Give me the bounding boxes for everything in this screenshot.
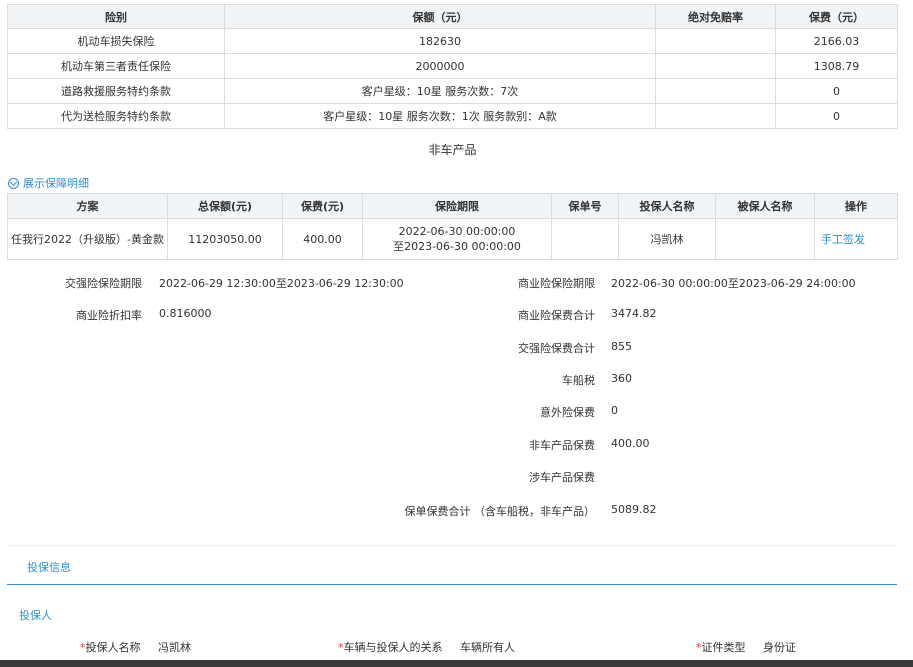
table-row: 任我行2022（升级版）-黄金款 11203050.00 400.00 2022… <box>7 218 898 260</box>
action-cell: 手工签发 <box>814 218 898 260</box>
column-header: 保单号 <box>551 193 619 219</box>
expand-details-label: 展示保障明细 <box>23 177 89 190</box>
commercial-period-value: 2022-06-30 00:00:00至2023-06-29 24:00:00 <box>611 277 856 290</box>
chevron-down-icon <box>8 177 19 189</box>
commercial-discount-label: 商业险折扣率 <box>76 309 142 322</box>
column-header: 被保人名称 <box>715 193 815 219</box>
coverage-amount-cell: 客户星级：10星 服务次数：7次 <box>224 78 656 104</box>
table-row: 道路救援服务特约条款 客户星级：10星 服务次数：7次 0 <box>7 78 898 104</box>
compulsory-period-value: 2022-06-29 12:30:00至2023-06-29 12:30:00 <box>159 277 404 290</box>
non-vehicle-premium-value: 400.00 <box>611 437 650 450</box>
premium-cell: 0 <box>775 78 898 104</box>
deductible-cell <box>655 53 776 79</box>
period-start: 2022-06-30 00:00:00 <box>398 225 516 238</box>
non-vehicle-premium-label: 非车产品保费 <box>529 439 595 452</box>
applicant-cell: 冯凯林 <box>618 218 716 260</box>
vehicle-related-premium-label: 涉车产品保费 <box>529 471 595 484</box>
compulsory-period-label: 交强险保险期限 <box>65 277 142 290</box>
policy-no-cell <box>551 218 619 260</box>
insured-cell <box>715 218 815 260</box>
coverage-name-cell: 机动车损失保险 <box>7 28 225 54</box>
plan-cell: 任我行2022（升级版）-黄金款 <box>7 218 168 260</box>
column-header: 投保人名称 <box>618 193 716 219</box>
tab-underline <box>7 584 897 585</box>
table-row: 机动车损失保险 182630 2166.03 <box>7 28 898 54</box>
compulsory-premium-total-value: 855 <box>611 340 632 353</box>
premium-cell: 2166.03 <box>775 28 898 54</box>
period-end: 至2023-06-30 00:00:00 <box>393 240 521 253</box>
id-type-label: 证件类型 <box>701 641 746 654</box>
column-header: 操作 <box>814 193 898 219</box>
applicant-name-label: 投保人名称 <box>85 641 141 654</box>
premium-cell: 1308.79 <box>775 53 898 79</box>
accident-premium-label: 意外险保费 <box>540 406 595 419</box>
section-title: 非车产品 <box>428 143 477 157</box>
column-header: 方案 <box>7 193 168 219</box>
policy-premium-total-value: 5089.82 <box>611 503 657 516</box>
commercial-discount-value: 0.816000 <box>159 307 212 320</box>
column-header: 保费（元） <box>775 4 898 29</box>
column-header: 绝对免赔率 <box>655 4 776 29</box>
coverage-name-cell: 道路救援服务特约条款 <box>7 78 225 104</box>
policy-premium-total-label: 保单保费合计 （含车船税，非车产品） <box>404 505 596 518</box>
vehicle-relation-field: *车辆与投保人的关系 车辆所有人 <box>338 639 515 655</box>
commercial-premium-total-label: 商业险保费合计 <box>518 309 595 322</box>
applicant-name-field: *投保人名称 冯凯林 <box>80 639 191 655</box>
period-cell: 2022-06-30 00:00:00 至2023-06-30 00:00:00 <box>362 218 552 260</box>
expand-details-toggle[interactable]: 展示保障明细 <box>8 175 89 191</box>
vehicle-relation-label: 车辆与投保人的关系 <box>343 641 443 654</box>
id-type-value: 身份证 <box>763 641 796 654</box>
table-header-row: 险别 保额（元） 绝对免赔率 保费（元） <box>7 4 898 29</box>
applicant-name-value: 冯凯林 <box>158 641 191 654</box>
divider <box>7 545 897 546</box>
vehicle-tax-value: 360 <box>611 372 632 385</box>
accident-premium-value: 0 <box>611 404 618 417</box>
table-row: 机动车第三者责任保险 2000000 1308.79 <box>7 53 898 79</box>
commercial-premium-total-value: 3474.82 <box>611 307 657 320</box>
vehicle-tax-label: 车船税 <box>562 374 595 387</box>
column-header: 保险期限 <box>362 193 552 219</box>
tab-policy-info[interactable]: 投保信息 <box>27 559 71 575</box>
coverage-amount-cell: 客户星级：10星 服务次数：1次 服务款别：A款 <box>224 103 656 129</box>
column-header: 保额（元） <box>224 4 656 29</box>
coverage-table: 险别 保额（元） 绝对免赔率 保费（元） 机动车损失保险 182630 2166… <box>7 4 898 129</box>
table-header-row: 方案 总保额(元) 保费(元) 保险期限 保单号 投保人名称 被保人名称 操作 <box>7 193 898 219</box>
manual-issue-link[interactable]: 手工签发 <box>821 233 865 246</box>
bottom-bar <box>0 660 913 667</box>
column-header: 保费(元) <box>282 193 363 219</box>
table-row: 代为送检服务特约条款 客户星级：10星 服务次数：1次 服务款别：A款 0 <box>7 103 898 129</box>
applicant-heading: 投保人 <box>19 609 52 622</box>
coverage-name-cell: 机动车第三者责任保险 <box>7 53 225 79</box>
deductible-cell <box>655 28 776 54</box>
column-header: 险别 <box>7 4 225 29</box>
compulsory-premium-total-label: 交强险保费合计 <box>518 342 595 355</box>
coverage-amount-cell: 2000000 <box>224 53 656 79</box>
vehicle-relation-value: 车辆所有人 <box>460 641 515 654</box>
coverage-amount-cell: 182630 <box>224 28 656 54</box>
premium-cell: 0 <box>775 103 898 129</box>
total-amount-cell: 11203050.00 <box>167 218 283 260</box>
deductible-cell <box>655 103 776 129</box>
product-table: 方案 总保额(元) 保费(元) 保险期限 保单号 投保人名称 被保人名称 操作 … <box>7 193 898 260</box>
premium-cell: 400.00 <box>282 218 363 260</box>
id-type-field: *证件类型 身份证 <box>696 639 796 655</box>
deductible-cell <box>655 78 776 104</box>
column-header: 总保额(元) <box>167 193 283 219</box>
coverage-name-cell: 代为送检服务特约条款 <box>7 103 225 129</box>
commercial-period-label: 商业险保险期限 <box>518 277 595 290</box>
